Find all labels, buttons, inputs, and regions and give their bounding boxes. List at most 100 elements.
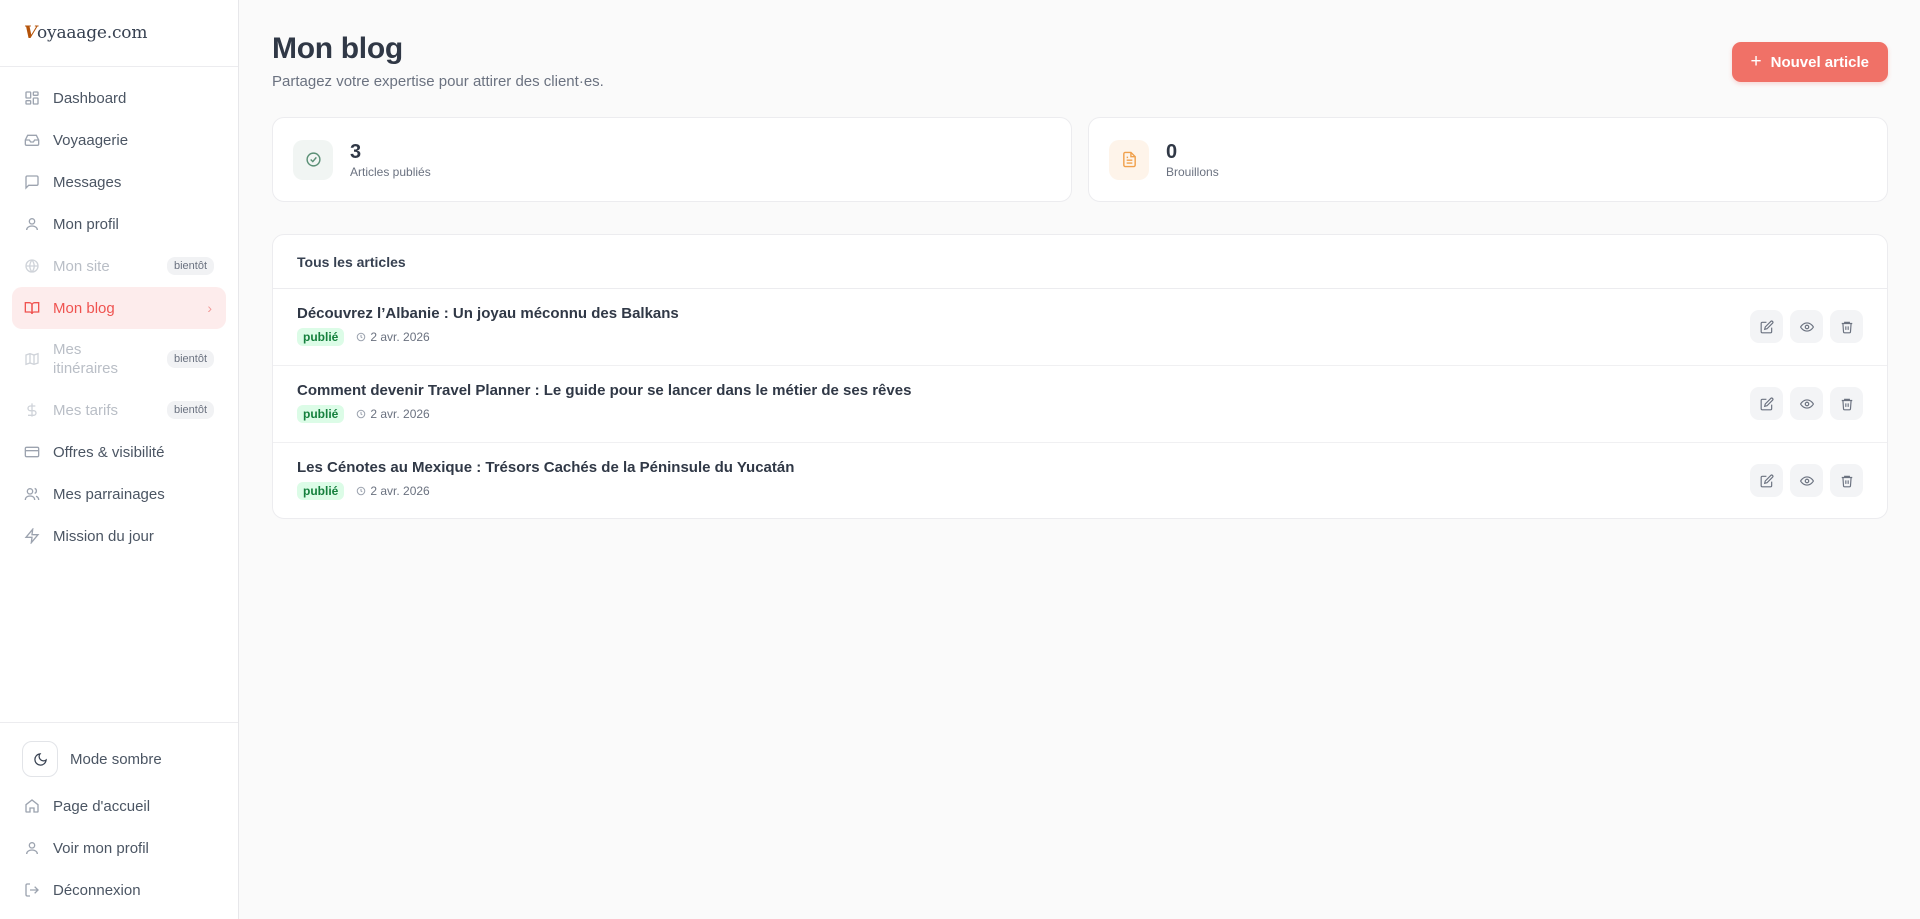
status-badge: publié <box>297 482 345 500</box>
home-link[interactable]: Page d'accueil <box>12 785 226 827</box>
sidebar-item-label: Messages <box>53 173 122 191</box>
sidebar-item-label: Mission du jour <box>53 527 154 545</box>
sidebar-item-itineraries: Mes itinéraires bientôt <box>12 329 226 389</box>
logout-link[interactable]: Déconnexion <box>12 869 226 911</box>
check-circle-icon <box>293 139 333 180</box>
home-icon <box>24 798 40 814</box>
page-title: Mon blog <box>272 32 403 65</box>
sidebar-item-offers[interactable]: Offres & visibilité <box>12 431 226 473</box>
dollar-icon <box>24 402 40 418</box>
bolt-icon <box>24 528 40 544</box>
view-profile-link[interactable]: Voir mon profil <box>12 827 226 869</box>
dark-mode-label: Mode sombre <box>70 750 162 768</box>
sidebar-item-mission[interactable]: Mission du jour <box>12 515 226 557</box>
sidebar-item-messages[interactable]: Messages <box>12 161 226 203</box>
table-row[interactable]: Découvrez l’Albanie : Un joyau méconnu d… <box>273 289 1887 366</box>
edit-icon[interactable] <box>1750 387 1783 420</box>
book-icon <box>24 300 40 316</box>
published-label: Articles publiés <box>350 165 431 179</box>
table-row[interactable]: Comment devenir Travel Planner : Le guid… <box>273 366 1887 443</box>
sidebar-item-label: Mes tarifs <box>53 401 119 419</box>
chevron-right-icon: › <box>207 300 212 316</box>
users-icon <box>24 486 40 502</box>
articles-list: Tous les articles Découvrez l’Albanie : … <box>272 234 1888 519</box>
sidebar-footer: Mode sombre Page d'accueil Voir mon prof… <box>0 722 238 919</box>
brand-logo-text: oyaaage.com <box>37 23 148 43</box>
sidebar-item-pricing: Mes tarifs bientôt <box>12 389 226 431</box>
map-icon <box>24 351 40 367</box>
sidebar-item-site: Mon site bientôt <box>12 245 226 287</box>
sidebar-item-label: Mes itinéraires <box>53 341 119 377</box>
articles-list-heading: Tous les articles <box>273 235 1887 289</box>
sidebar-item-referrals[interactable]: Mes parrainages <box>12 473 226 515</box>
eye-icon[interactable] <box>1790 310 1823 343</box>
article-title[interactable]: Les Cénotes au Mexique : Trésors Cachés … <box>297 459 1887 476</box>
home-link-label: Page d'accueil <box>53 797 151 815</box>
dark-mode-toggle[interactable]: Mode sombre <box>12 737 226 781</box>
sidebar-item-voyaagerie[interactable]: Voyaagerie <box>12 119 226 161</box>
clock-icon <box>356 332 366 342</box>
brand-logo-mark: V <box>24 23 37 43</box>
sidebar-nav: Dashboard Voyaagerie Messages Mon profil… <box>0 67 238 557</box>
row-actions <box>1743 387 1863 420</box>
drafts-count: 0 <box>1166 141 1178 163</box>
dashboard-icon <box>24 90 40 106</box>
sidebar-item-dashboard[interactable]: Dashboard <box>12 77 226 119</box>
eye-icon[interactable] <box>1790 464 1823 497</box>
user-icon <box>24 840 40 856</box>
trash-icon[interactable] <box>1830 464 1863 497</box>
sidebar: Voyaaage.com Dashboard Voyaagerie Messag… <box>0 0 239 919</box>
sidebar-item-label: Mon blog <box>53 299 115 317</box>
sidebar-item-label: Mon site <box>53 257 110 275</box>
view-profile-label: Voir mon profil <box>53 839 149 857</box>
logout-label: Déconnexion <box>53 881 141 899</box>
user-icon <box>24 216 40 232</box>
drafts-label: Brouillons <box>1166 165 1219 179</box>
sidebar-item-blog[interactable]: Mon blog › <box>12 287 226 329</box>
message-icon <box>24 174 40 190</box>
article-date: 2 avr. 2026 <box>356 330 430 344</box>
trash-icon[interactable] <box>1830 310 1863 343</box>
published-count: 3 <box>350 141 362 163</box>
card-icon <box>24 444 40 460</box>
row-actions <box>1743 464 1863 497</box>
coming-soon-badge: bientôt <box>166 401 214 419</box>
globe-icon <box>24 258 40 274</box>
moon-icon[interactable] <box>22 741 58 777</box>
page-subtitle: Partagez votre expertise pour attirer de… <box>272 73 604 90</box>
sidebar-item-profile[interactable]: Mon profil <box>12 203 226 245</box>
sidebar-item-label: Offres & visibilité <box>53 443 165 461</box>
new-article-button[interactable]: + Nouvel article <box>1731 42 1888 82</box>
article-date-text: 2 avr. 2026 <box>370 484 430 498</box>
edit-icon[interactable] <box>1750 310 1783 343</box>
sidebar-item-label: Dashboard <box>53 89 127 107</box>
coming-soon-badge: bientôt <box>166 257 214 275</box>
coming-soon-badge: bientôt <box>166 350 214 368</box>
article-title[interactable]: Comment devenir Travel Planner : Le guid… <box>297 382 1887 399</box>
edit-icon[interactable] <box>1750 464 1783 497</box>
logout-icon <box>24 882 40 898</box>
article-date-text: 2 avr. 2026 <box>370 330 430 344</box>
drafts-stat-card: 0 Brouillons <box>1088 117 1888 202</box>
sidebar-item-label: Mon profil <box>53 215 119 233</box>
row-actions <box>1743 310 1863 343</box>
eye-icon[interactable] <box>1790 387 1823 420</box>
table-row[interactable]: Les Cénotes au Mexique : Trésors Cachés … <box>273 443 1887 520</box>
sidebar-item-label: Mes parrainages <box>53 485 165 503</box>
document-icon <box>1109 139 1149 180</box>
plus-icon: + <box>1750 51 1762 72</box>
status-badge: publié <box>297 405 345 423</box>
article-date: 2 avr. 2026 <box>356 407 430 421</box>
article-date: 2 avr. 2026 <box>356 484 430 498</box>
published-stat-card: 3 Articles publiés <box>272 117 1072 202</box>
status-badge: publié <box>297 328 345 346</box>
brand-logo[interactable]: Voyaaage.com <box>0 0 238 67</box>
clock-icon <box>356 409 366 419</box>
article-title[interactable]: Découvrez l’Albanie : Un joyau méconnu d… <box>297 305 1887 322</box>
inbox-icon <box>24 132 40 148</box>
new-article-label: Nouvel article <box>1770 53 1869 71</box>
clock-icon <box>356 486 366 496</box>
article-date-text: 2 avr. 2026 <box>370 407 430 421</box>
sidebar-item-label: Voyaagerie <box>53 131 129 149</box>
trash-icon[interactable] <box>1830 387 1863 420</box>
